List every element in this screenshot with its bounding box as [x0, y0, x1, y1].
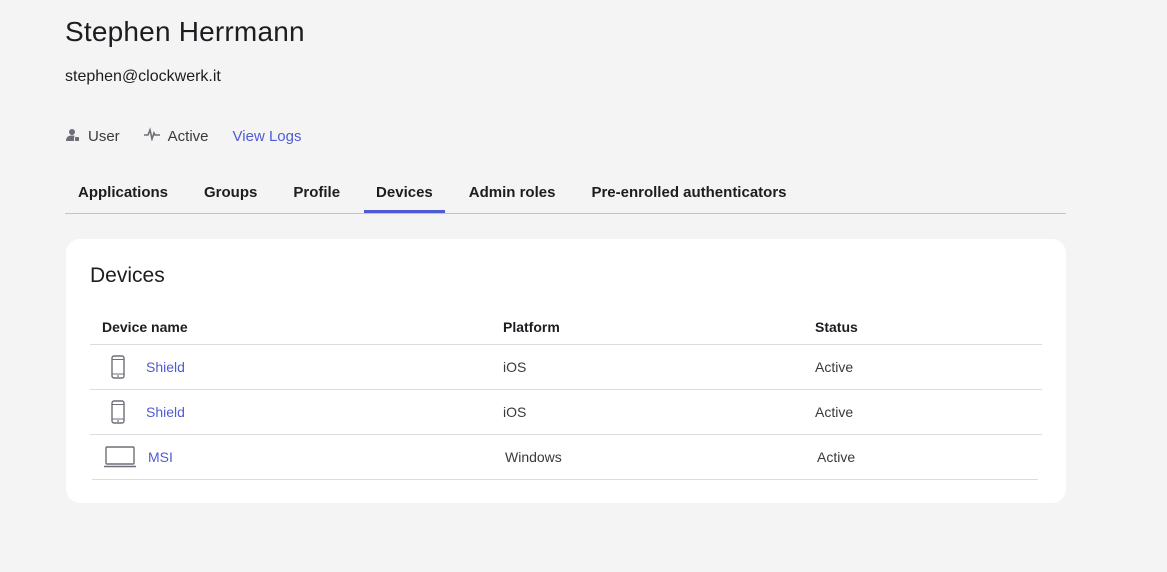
table-row: Shield iOS Active [90, 390, 1042, 435]
devices-card: Devices Device name Platform Status Shie… [66, 239, 1066, 503]
device-name-cell: MSI [92, 446, 505, 468]
device-platform: iOS [503, 404, 527, 420]
user-email: stephen@clockwerk.it [65, 68, 221, 85]
device-link[interactable]: MSI [148, 449, 173, 465]
phone-icon [102, 355, 134, 379]
user-status: Active [143, 127, 209, 145]
laptop-icon [104, 446, 136, 468]
device-platform: Windows [505, 449, 562, 465]
device-name-cell: Shield [90, 400, 503, 424]
phone-icon [102, 400, 134, 424]
device-name-cell: Shield [90, 355, 503, 379]
device-link[interactable]: Shield [146, 359, 185, 375]
view-logs-link[interactable]: View Logs [233, 128, 302, 145]
column-header-device-name: Device name [102, 318, 188, 335]
device-status: Active [815, 359, 854, 375]
device-platform: iOS [503, 359, 527, 375]
column-header-status: Status [815, 318, 858, 335]
tab-groups[interactable]: Groups [192, 172, 269, 212]
column-header-platform: Platform [503, 318, 560, 335]
device-status: Active [817, 449, 856, 465]
devices-table: Device name Platform Status Shield iOS A… [90, 309, 1042, 480]
page-title: Stephen Herrmann [65, 16, 305, 47]
table-row: MSI Windows Active [92, 435, 1038, 480]
table-header: Device name Platform Status [90, 309, 1042, 345]
tab-profile[interactable]: Profile [281, 172, 352, 212]
user-meta-row: User Active View Logs [65, 126, 301, 146]
activity-icon [143, 127, 168, 145]
devices-title: Devices [90, 264, 165, 287]
device-link[interactable]: Shield [146, 404, 185, 420]
tab-admin-roles[interactable]: Admin roles [457, 172, 568, 212]
user-status-label: Active [167, 127, 209, 145]
tab-pre-enrolled-authenticators[interactable]: Pre-enrolled authenticators [579, 172, 798, 212]
table-row: Shield iOS Active [90, 345, 1042, 390]
tab-applications[interactable]: Applications [66, 172, 180, 212]
device-status: Active [815, 404, 854, 420]
user-role-label: User [88, 127, 120, 145]
tab-devices[interactable]: Devices [364, 172, 445, 213]
tab-bar: Applications Groups Profile Devices Admi… [65, 172, 1066, 214]
user-icon [65, 127, 88, 146]
user-role: User [65, 127, 120, 146]
user-details-page: Stephen Herrmann stephen@clockwerk.it Us… [0, 0, 1167, 572]
